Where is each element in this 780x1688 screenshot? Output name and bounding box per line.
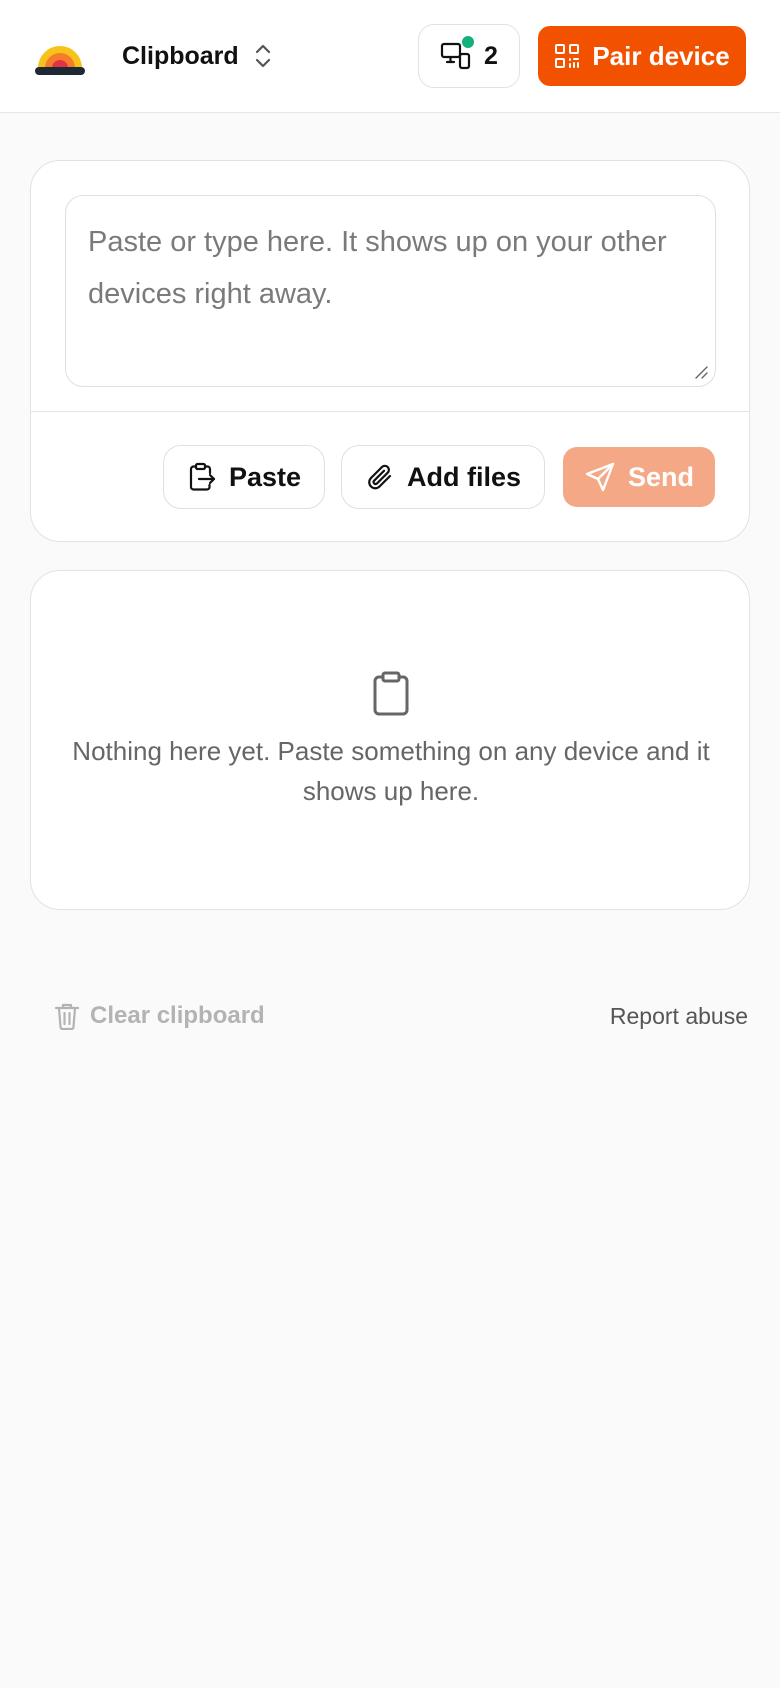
clipboard-icon bbox=[373, 671, 409, 716]
pair-device-button[interactable]: Pair device bbox=[538, 26, 746, 86]
resize-handle-icon[interactable] bbox=[693, 364, 709, 380]
sunset-logo-icon bbox=[35, 46, 85, 75]
add-files-label: Add files bbox=[406, 461, 521, 492]
devices-icon bbox=[440, 36, 475, 72]
online-status-dot bbox=[462, 36, 475, 48]
paste-button[interactable]: Paste bbox=[163, 445, 325, 509]
workspace-name: Clipboard bbox=[122, 41, 239, 70]
workspace-switcher[interactable]: Clipboard bbox=[122, 36, 273, 76]
composer-input[interactable] bbox=[66, 196, 715, 386]
clear-clipboard-label: Clear clipboard bbox=[90, 1002, 265, 1029]
add-files-button[interactable]: Add files bbox=[341, 445, 545, 509]
composer-card: Paste Add files Send bbox=[30, 160, 750, 542]
clipboard-paste-icon bbox=[189, 462, 216, 491]
send-label: Send bbox=[627, 461, 694, 492]
clear-clipboard-button[interactable]: Clear clipboard bbox=[54, 998, 265, 1034]
devices-button[interactable]: 2 bbox=[418, 24, 520, 88]
paste-label: Paste bbox=[228, 461, 302, 492]
empty-state-message: Nothing here yet. Paste something on any… bbox=[72, 736, 710, 806]
composer-actions: Paste Add files Send bbox=[31, 445, 749, 509]
paperclip-icon bbox=[368, 464, 392, 490]
devices-count: 2 bbox=[484, 41, 498, 70]
composer-divider bbox=[31, 411, 749, 412]
clipboard-list-empty: Nothing here yet. Paste something on any… bbox=[30, 570, 750, 910]
send-icon bbox=[585, 462, 615, 492]
send-button[interactable]: Send bbox=[563, 447, 715, 507]
pair-device-label: Pair device bbox=[592, 40, 730, 71]
report-abuse-link[interactable]: Report abuse bbox=[610, 999, 748, 1033]
qr-code-icon bbox=[555, 44, 580, 68]
trash-icon bbox=[54, 1003, 80, 1030]
composer-input-wrapper bbox=[65, 195, 716, 387]
chevron-up-down-icon bbox=[255, 44, 270, 68]
top-bar: Clipboard 2 Pair device bbox=[0, 0, 780, 113]
clipboard-app: Clipboard 2 Pair device Paste or type he… bbox=[0, 0, 780, 1688]
